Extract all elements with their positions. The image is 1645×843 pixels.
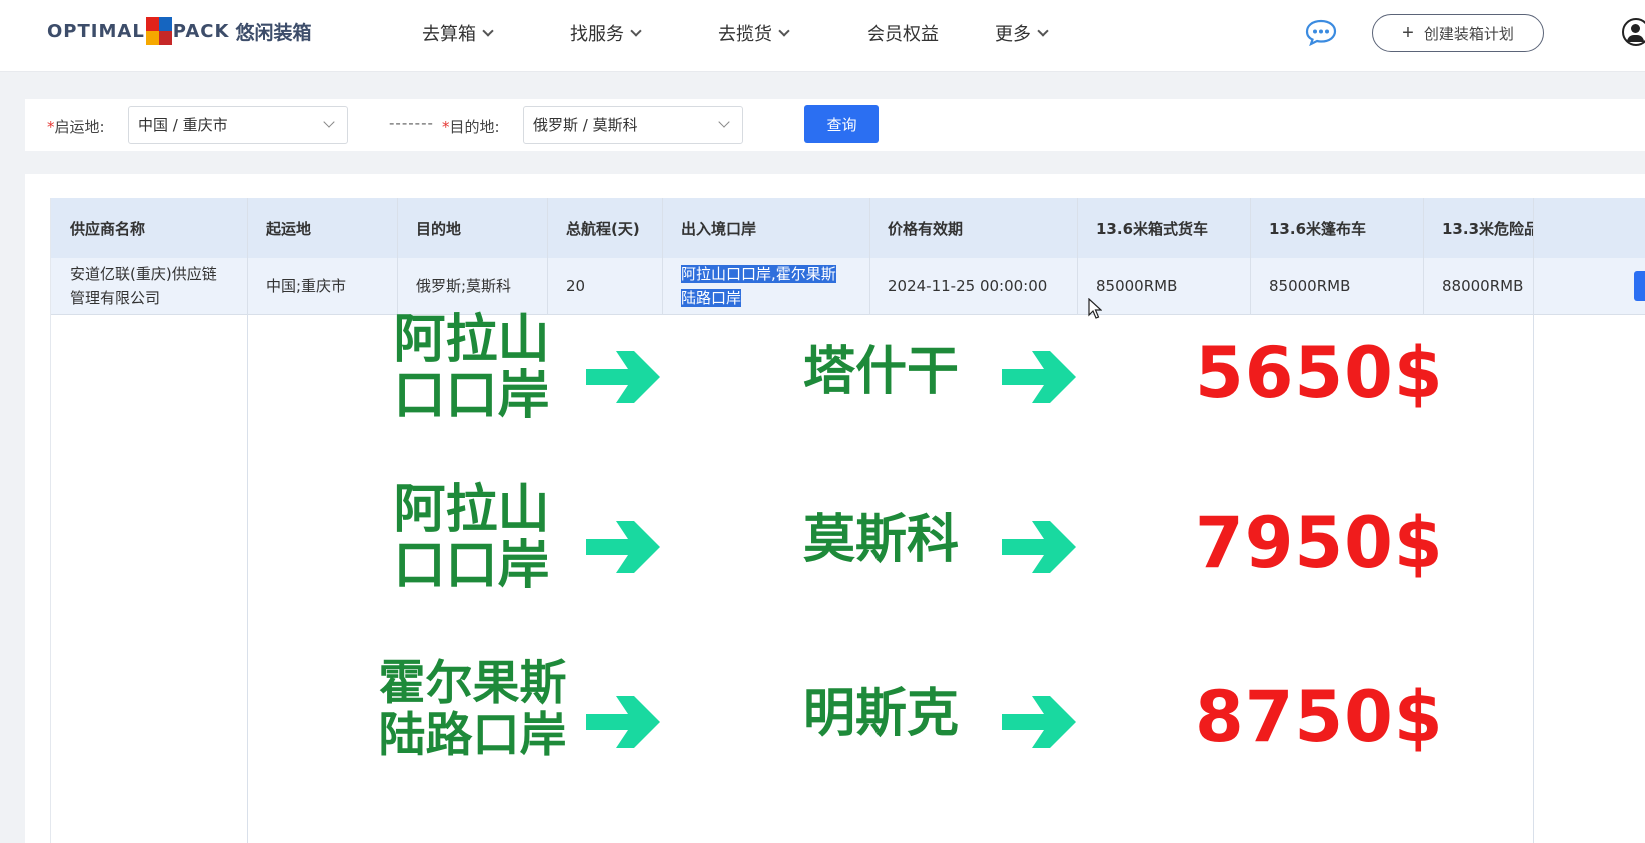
column-divider [1423, 198, 1424, 315]
chevron-down-icon [323, 116, 335, 128]
column-divider [247, 198, 248, 843]
logo-text-cn: 悠闲装箱 [235, 21, 312, 44]
arrow-right-icon [586, 351, 660, 403]
cell-box-truck-price: 85000RMB [1096, 277, 1178, 295]
chevron-down-icon [718, 116, 730, 128]
chevron-down-icon [1037, 24, 1049, 37]
create-packing-plan-label: 创建装箱计划 [1423, 25, 1514, 43]
destination-select[interactable]: 俄罗斯 / 莫斯科 [523, 106, 743, 144]
column-divider [547, 198, 548, 315]
nav-find-service-label: 找服务 [570, 24, 624, 45]
port-text-line1: 阿拉山口口岸,霍尔果斯 [681, 265, 836, 283]
col-header-supplier[interactable]: 供应商名称 [51, 198, 247, 258]
chevron-down-icon [482, 24, 494, 37]
nav-calc-container-label: 去算箱 [422, 24, 476, 45]
col-header-price-validity[interactable]: 价格有效期 [869, 198, 1077, 258]
overlay-route1-to: 塔什干 [802, 342, 959, 402]
arrow-right-icon [586, 696, 660, 748]
required-mark: * [442, 118, 450, 136]
overlay-route3-from: 霍尔果斯 陆路口岸 [360, 658, 585, 762]
logo-cube-icon [145, 17, 172, 45]
origin-select-value: 中国 / 重庆市 [138, 116, 228, 134]
chevron-down-icon [778, 24, 790, 37]
route-filter-bar: *启运地: 中国 / 重庆市 ------- *目的地: 俄罗斯 / 莫斯科 查… [25, 99, 1645, 151]
nav-solicit-cargo-label: 去揽货 [718, 24, 772, 45]
port-text-line2: 陆路口岸 [681, 289, 742, 307]
overlay-route2-to: 莫斯科 [802, 510, 959, 570]
nav-calc-container[interactable]: 去算箱 [422, 20, 494, 46]
logo-text-optimal: OPTIMAL [47, 20, 145, 42]
nav-more-label: 更多 [995, 24, 1031, 45]
col-header-destination[interactable]: 目的地 [397, 198, 547, 258]
overlay-route3-price: 8750$ [1195, 676, 1444, 758]
create-packing-plan-button[interactable]: + 创建装箱计划 [1372, 14, 1544, 52]
col-header-origin[interactable]: 起运地 [247, 198, 397, 258]
overlay-route1-price: 5650$ [1195, 332, 1444, 414]
cell-border-port: 阿拉山口口岸,霍尔果斯 陆路口岸 [662, 258, 869, 314]
origin-select[interactable]: 中国 / 重庆市 [128, 106, 348, 144]
overlay-route1-from: 阿拉山 口口岸 [384, 312, 559, 424]
column-divider [662, 198, 663, 315]
mouse-cursor-icon [1088, 298, 1102, 319]
chevron-down-icon [630, 24, 642, 37]
col-header-border-port[interactable]: 出入境口岸 [662, 198, 869, 258]
plus-icon: + [1402, 22, 1414, 44]
col-header-total-days[interactable]: 总航程(天) [547, 198, 662, 258]
overlay-route1-from-line2: 口口岸 [393, 366, 550, 426]
arrow-right-icon [1002, 696, 1076, 748]
nav-find-service[interactable]: 找服务 [570, 20, 642, 46]
chat-icon[interactable] [1304, 18, 1338, 46]
site-logo[interactable]: OPTIMAL PACK 悠闲装箱 [47, 14, 311, 48]
cell-hazmat-truck-price: 88000RMB [1442, 277, 1524, 295]
nav-more[interactable]: 更多 [995, 20, 1049, 46]
destination-label-text: 目的地: [449, 118, 500, 136]
overlay-route2-from: 阿拉山 口口岸 [384, 482, 559, 594]
arrow-right-icon [1002, 521, 1076, 573]
overlay-route1-from-line1: 阿拉山 [393, 310, 550, 370]
column-divider [397, 198, 398, 315]
column-divider [869, 198, 870, 315]
cell-total-days: 20 [566, 277, 586, 295]
overlay-route2-from-line1: 阿拉山 [393, 480, 550, 540]
origin-label-text: 启运地: [54, 118, 105, 136]
origin-label: *启运地: [47, 116, 105, 137]
top-navigation-bar: OPTIMAL PACK 悠闲装箱 去算箱 找服务 去揽货 会员权益 更多 + … [0, 0, 1645, 72]
cell-origin: 中国;重庆市 [266, 277, 347, 295]
supplier-name-line1: 安道亿联(重庆)供应链 [70, 265, 217, 283]
user-account-icon[interactable] [1622, 18, 1645, 46]
cell-supplier: 安道亿联(重庆)供应链 管理有限公司 [51, 258, 247, 314]
table-row[interactable]: 安道亿联(重庆)供应链 管理有限公司 中国;重庆市 俄罗斯;莫斯科 20 阿拉山… [51, 258, 1645, 315]
cell-destination: 俄罗斯;莫斯科 [416, 277, 512, 295]
supplier-name-line2: 管理有限公司 [70, 289, 161, 307]
col-header-box-truck[interactable]: 13.6米箱式货车 [1077, 198, 1250, 258]
nav-member-benefits[interactable]: 会员权益 [867, 20, 939, 46]
arrow-right-icon [1002, 351, 1076, 403]
destination-select-value: 俄罗斯 / 莫斯科 [533, 116, 638, 134]
col-header-hazmat-truck[interactable]: 13.3米危险品 [1423, 198, 1533, 258]
nav-member-benefits-label: 会员权益 [867, 24, 939, 45]
overlay-route3-from-line1: 霍尔果斯 [378, 656, 567, 711]
logo-text-pack: PACK [172, 20, 230, 42]
overlay-route2-price: 7950$ [1195, 502, 1444, 584]
destination-label: *目的地: [442, 116, 500, 137]
table-header: 供应商名称 起运地 目的地 总航程(天) 出入境口岸 价格有效期 13.6米箱式… [51, 198, 1645, 258]
required-mark: * [47, 118, 55, 136]
column-divider [1250, 198, 1251, 315]
col-header-tarp-truck[interactable]: 13.6米篷布车 [1250, 198, 1423, 258]
cell-tarp-truck-price: 85000RMB [1269, 277, 1351, 295]
overlay-route2-from-line2: 口口岸 [393, 536, 550, 596]
overlay-route3-from-line2: 陆路口岸 [378, 708, 567, 763]
arrow-right-icon [586, 521, 660, 573]
query-button[interactable]: 查询 [804, 105, 879, 143]
column-divider [1533, 198, 1534, 843]
row-action-button[interactable] [1634, 271, 1645, 301]
route-separator: ------- [389, 114, 434, 132]
cell-price-validity: 2024-11-25 00:00:00 [888, 277, 1048, 295]
column-divider [1077, 198, 1078, 315]
nav-solicit-cargo[interactable]: 去揽货 [718, 20, 790, 46]
overlay-route3-to: 明斯克 [802, 684, 959, 744]
